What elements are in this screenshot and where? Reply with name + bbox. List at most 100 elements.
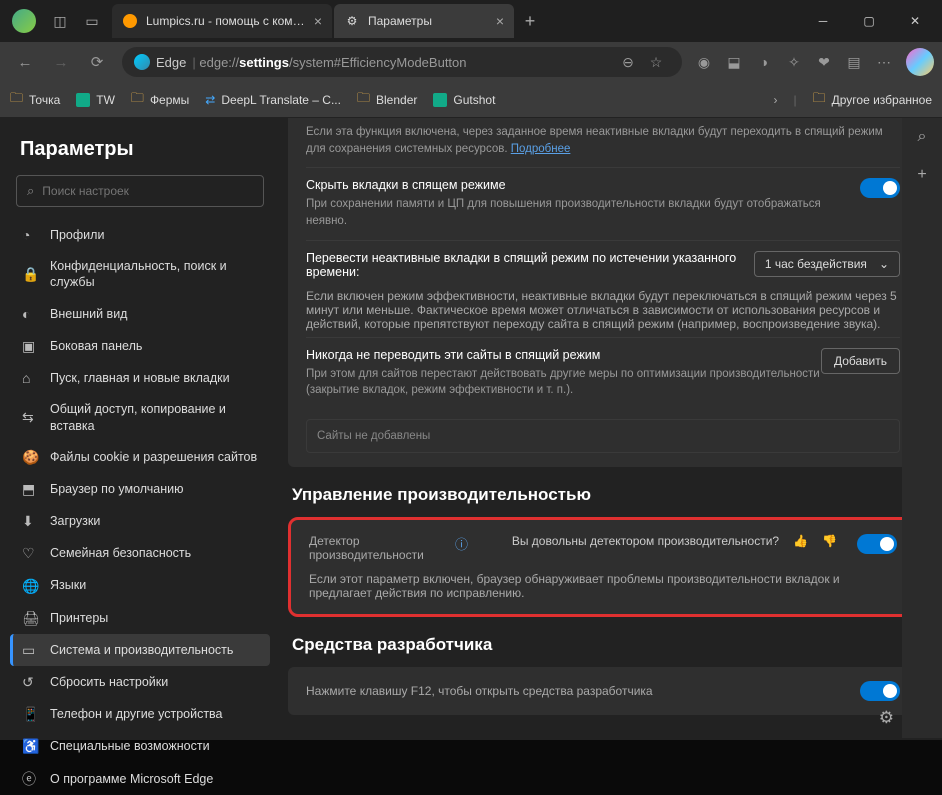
sidebar-item[interactable]: ▭Система и производительность [10,634,270,666]
tab-title: Lumpics.ru - помощь с компьют [146,14,310,28]
feedback-question: Вы довольны детектором производительност… [512,534,779,548]
nav-label: Языки [50,577,86,593]
back-button[interactable]: ← [8,46,42,78]
toggle-performance-detector[interactable] [857,534,897,554]
tab-actions-icon[interactable]: ▭ [76,5,108,37]
close-window-button[interactable]: ✕ [892,5,938,37]
nav-label: Система и производительность [50,642,233,658]
nav-label: Специальные возможности [50,738,210,754]
refresh-button[interactable]: ⟳ [80,46,114,78]
profile-avatar[interactable] [12,9,36,33]
toggle-hide-sleeping[interactable] [860,178,900,198]
favicon-lumpics [122,13,138,29]
nav-icon: 🍪 [22,448,40,466]
bookmark-item[interactable]: ⇄DeepL Translate – C... [205,93,341,107]
performance-icon[interactable]: ❤ [810,48,838,76]
sidebar-item[interactable]: ⬒ Браузер по умолчанию [10,473,270,505]
search-settings[interactable]: ⌕ [16,175,264,207]
edge-label: Edge [156,55,186,70]
sidebar-item[interactable]: 🌐Языки [10,570,270,602]
tab-lumpics[interactable]: Lumpics.ru - помощь с компьют × [112,4,332,38]
minimize-button[interactable]: ─ [800,5,846,37]
thumbs-down-icon[interactable]: 👎 [822,534,837,548]
search-icon[interactable]: ⊖ [614,48,642,76]
chevron-right-icon[interactable]: › [774,93,778,107]
sidebar-item[interactable]: 📱 Телефон и другие устройства [10,698,270,730]
sidebar-settings-icon[interactable]: ⚙ [879,708,894,728]
sidebar-item[interactable]: ⌂Пуск, главная и новые вкладки [10,362,270,394]
nav-label: Общий доступ, копирование и вставка [50,401,258,434]
address-bar[interactable]: Edge | edge://settings/system#Efficiency… [122,47,682,77]
nav-icon: 📱 [22,705,40,723]
nav-label: Телефон и другие устройства [50,706,223,722]
desc-text: Если эта функция включена, через заданно… [306,126,883,155]
sidebar-item[interactable]: 🍪 Файлы cookie и разрешения сайтов [10,441,270,473]
maximize-button[interactable]: ▢ [846,5,892,37]
setting-title: Перевести неактивные вкладки в спящий ре… [306,251,754,279]
forward-button: → [44,46,78,78]
sidebar-item[interactable]: ⓔ О программе Microsoft Edge [10,763,270,795]
more-icon[interactable]: ⋯ [870,48,898,76]
sheet-icon [76,93,90,107]
nav-label: О программе Microsoft Edge [50,771,213,787]
setting-title: Никогда не переводить эти сайты в спящий… [306,348,821,362]
search-input[interactable] [42,184,253,198]
sidebar-item[interactable]: ♿Специальные возможности [10,730,270,762]
sidebar-item[interactable]: 🖨Принтеры [10,602,270,634]
sidebar-item[interactable]: 🔒Конфиденциальность, поиск и службы [10,251,270,298]
sidebar-item[interactable]: ♡Семейная безопасность [10,537,270,569]
sidebar-item[interactable]: ◔Профили [10,219,270,251]
setting-desc: Если включен режим эффективности, неакти… [306,289,900,331]
sidebar-item[interactable]: ◐Внешний вид [10,298,270,330]
thumbs-up-icon[interactable]: 👍 [793,534,808,548]
info-icon[interactable]: ⓘ [455,534,468,553]
nav-icon: 🖨 [22,609,40,627]
folder-icon: 🗀 [10,89,23,111]
bookmark-item[interactable]: TW [76,93,115,107]
workspaces-icon[interactable]: ◫ [44,5,76,37]
bookmark-item[interactable]: 🗀Точка [10,89,60,111]
sidebar-item[interactable]: ▣Боковая панель [10,330,270,362]
bookmark-item[interactable]: 🗀Blender [357,89,417,111]
tracking-icon[interactable]: ◉ [690,48,718,76]
sidebar-item[interactable]: ↺Сбросить настройки [10,666,270,698]
section-heading: Управление производительностью [292,485,918,505]
close-icon[interactable]: × [496,13,504,29]
nav-icon: ▣ [22,337,40,355]
empty-sites-text: Сайты не добавлены [306,419,900,453]
learn-more-link[interactable]: Подробнее [511,143,571,155]
nav-icon: ⬒ [22,480,40,498]
extension-icon[interactable]: ◑ [750,48,778,76]
nav-icon: ⇆ [22,408,40,426]
favorites-icon[interactable]: ✧ [780,48,808,76]
nav-icon: 🔒 [22,265,40,283]
section-heading: Средства разработчика [292,635,918,655]
add-button[interactable]: Добавить [821,348,900,374]
toggle-f12[interactable] [860,681,900,701]
search-sidebar-icon[interactable]: ⌕ [918,128,927,146]
close-icon[interactable]: × [314,13,322,29]
add-sidebar-icon[interactable]: + [917,166,926,184]
extension-icon[interactable]: ⬓ [720,48,748,76]
collections-icon[interactable]: ▤ [840,48,868,76]
bookmark-item[interactable]: 🗀Фермы [131,89,189,111]
deepl-icon: ⇄ [205,93,215,107]
edge-icon [134,54,150,70]
favorite-icon[interactable]: ☆ [642,48,670,76]
new-tab-button[interactable]: + [516,7,544,35]
bookmark-other[interactable]: 🗀Другое избранное [813,89,932,111]
nav-icon: ⓔ [22,770,40,788]
copilot-button[interactable] [906,48,934,76]
sleep-timeout-select[interactable]: 1 час бездействия⌄ [754,251,900,277]
nav-label: Файлы cookie и разрешения сайтов [50,449,257,465]
nav-icon: ◐ [22,305,40,323]
tab-settings[interactable]: ⚙ Параметры × [334,4,514,38]
url-text: edge://settings/system#EfficiencyModeBut… [199,55,614,70]
sidebar-item[interactable]: ⬇Загрузки [10,505,270,537]
nav-label: Браузер по умолчанию [50,481,184,497]
folder-icon: 🗀 [357,89,370,111]
sidebar-item[interactable]: ⇆ Общий доступ, копирование и вставка [10,394,270,441]
bookmark-item[interactable]: Gutshot [433,93,495,107]
nav-icon: ⬇ [22,512,40,530]
chevron-down-icon: ⌄ [879,257,889,271]
